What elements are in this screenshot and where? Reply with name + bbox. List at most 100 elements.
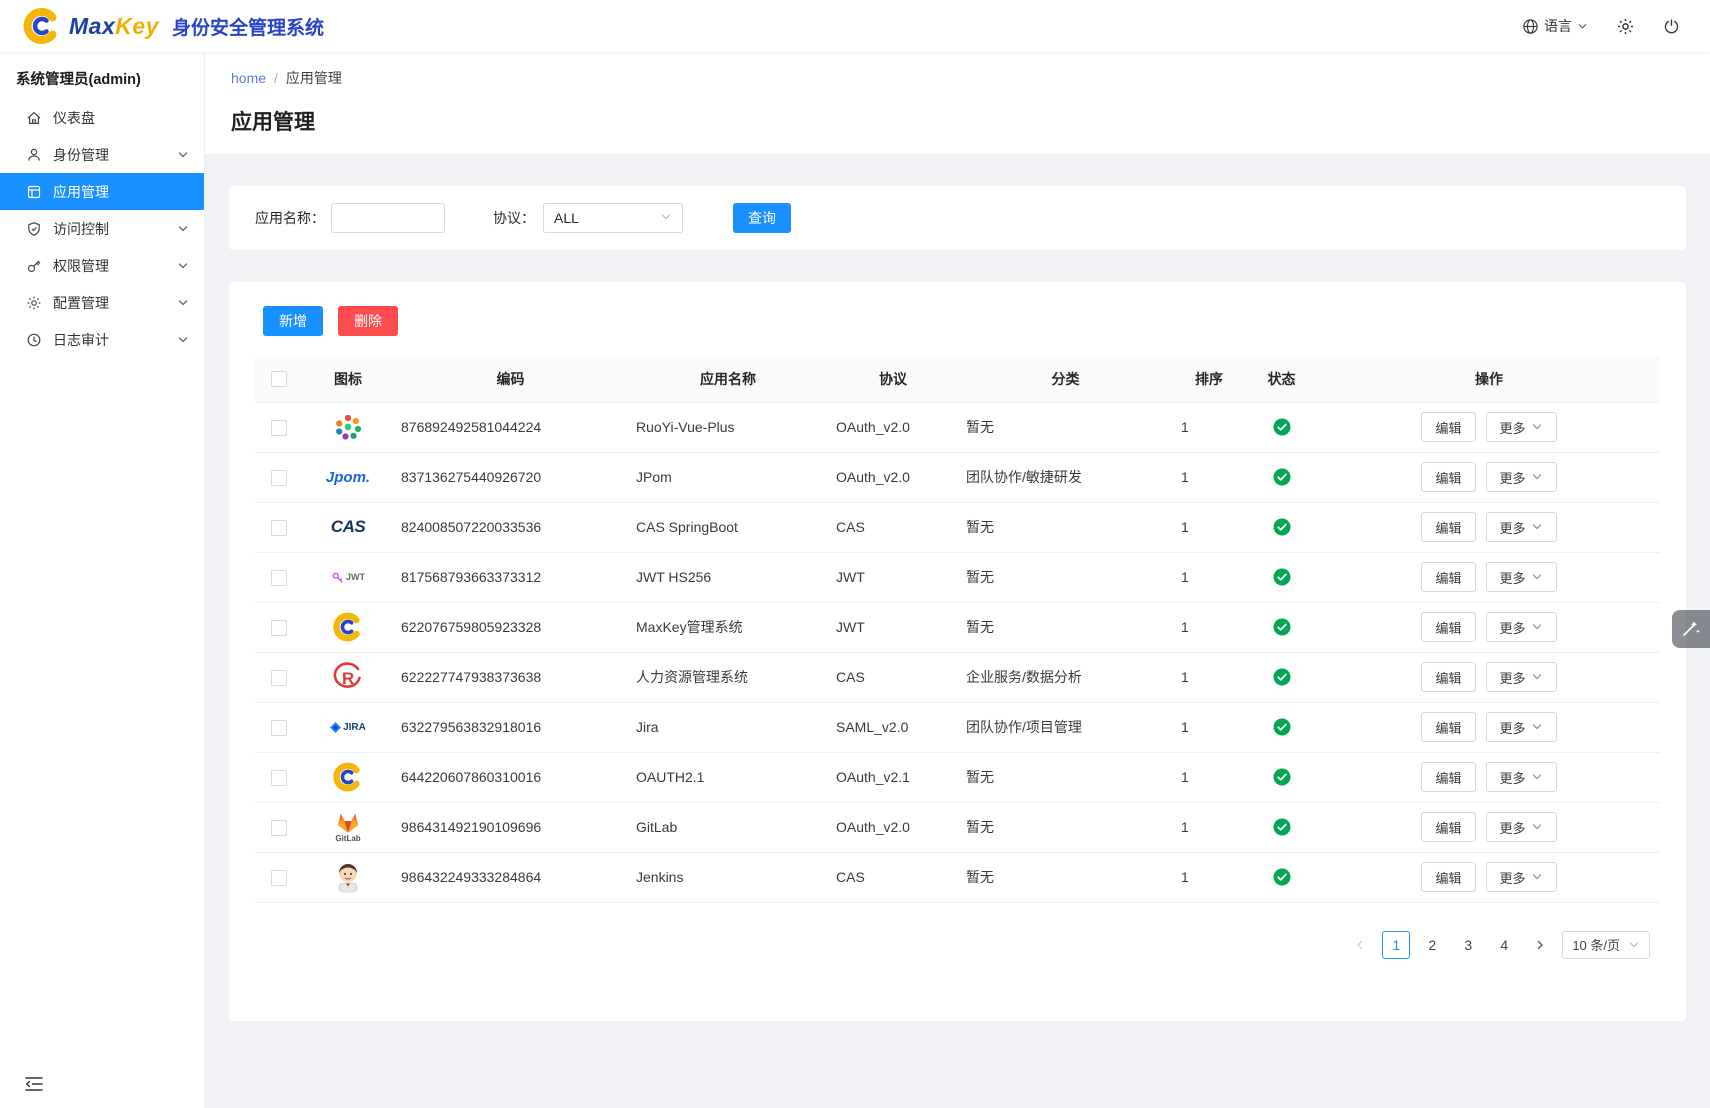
more-button[interactable]: 更多 bbox=[1486, 712, 1557, 742]
edit-button[interactable]: 编辑 bbox=[1421, 562, 1475, 592]
app-protocol: JWT bbox=[828, 552, 958, 602]
svg-text:R: R bbox=[342, 669, 354, 688]
table-row: 986432249333284864JenkinsCAS暂无1编辑更多 bbox=[255, 852, 1660, 902]
edit-button[interactable]: 编辑 bbox=[1421, 862, 1475, 892]
search-button[interactable]: 查询 bbox=[733, 203, 791, 233]
more-button[interactable]: 更多 bbox=[1486, 812, 1557, 842]
edit-button[interactable]: 编辑 bbox=[1421, 412, 1475, 442]
breadcrumb-separator: / bbox=[274, 70, 278, 86]
magic-wand-icon bbox=[1681, 618, 1701, 641]
pagination-next-icon[interactable] bbox=[1526, 931, 1554, 959]
edit-button[interactable]: 编辑 bbox=[1421, 462, 1475, 492]
row-checkbox[interactable] bbox=[271, 820, 287, 836]
edit-button[interactable]: 编辑 bbox=[1421, 762, 1475, 792]
row-checkbox[interactable] bbox=[271, 720, 287, 736]
column-header: 状态 bbox=[1245, 356, 1318, 402]
pagination-page-2[interactable]: 2 bbox=[1418, 931, 1446, 959]
app-code: 632279563832918016 bbox=[393, 702, 628, 752]
edit-button[interactable]: 编辑 bbox=[1421, 712, 1475, 742]
pagination-page-3[interactable]: 3 bbox=[1454, 931, 1482, 959]
row-checkbox[interactable] bbox=[271, 870, 287, 886]
row-checkbox[interactable] bbox=[271, 520, 287, 536]
sidebar-item-dashboard[interactable]: 仪表盘 bbox=[0, 99, 204, 136]
edit-button[interactable]: 编辑 bbox=[1421, 662, 1475, 692]
sidebar-item-permission[interactable]: 权限管理 bbox=[0, 247, 204, 284]
app-name: Jira bbox=[628, 702, 828, 752]
protocol-select[interactable]: ALL bbox=[543, 203, 683, 233]
jenkins-app-icon bbox=[327, 858, 369, 896]
sidebar-item-label: 日志审计 bbox=[53, 330, 177, 350]
edit-button[interactable]: 编辑 bbox=[1421, 612, 1475, 642]
app-protocol: CAS bbox=[828, 852, 958, 902]
ruoyi-app-icon bbox=[327, 408, 369, 446]
logout-icon[interactable] bbox=[1663, 18, 1680, 35]
app-name: JWT HS256 bbox=[628, 552, 828, 602]
row-checkbox[interactable] bbox=[271, 570, 287, 586]
status-enabled-icon bbox=[1273, 618, 1291, 636]
app-code: 876892492581044224 bbox=[393, 402, 628, 452]
sidebar-item-apps[interactable]: 应用管理 bbox=[0, 173, 204, 210]
status-enabled-icon bbox=[1273, 768, 1291, 786]
app-name: Jenkins bbox=[628, 852, 828, 902]
select-all-checkbox[interactable] bbox=[271, 371, 287, 387]
gitlab-app-icon: GitLab bbox=[327, 808, 369, 846]
app-protocol: OAuth_v2.0 bbox=[828, 402, 958, 452]
settings-gear-icon[interactable] bbox=[1616, 17, 1635, 36]
app-name-input[interactable] bbox=[331, 203, 445, 233]
table-row: 876892492581044224RuoYi-Vue-PlusOAuth_v2… bbox=[255, 402, 1660, 452]
status-enabled-icon bbox=[1273, 718, 1291, 736]
app-sort: 1 bbox=[1173, 652, 1245, 702]
table-row: 622076759805923328MaxKey管理系统JWT暂无1编辑更多 bbox=[255, 602, 1660, 652]
breadcrumb-home-link[interactable]: home bbox=[231, 70, 266, 86]
app-category: 团队协作/项目管理 bbox=[958, 702, 1173, 752]
chevron-down-icon bbox=[1531, 771, 1543, 783]
more-button[interactable]: 更多 bbox=[1486, 662, 1557, 692]
edit-button[interactable]: 编辑 bbox=[1421, 812, 1475, 842]
language-selector[interactable]: 语言 bbox=[1522, 16, 1588, 36]
pagination-page-1[interactable]: 1 bbox=[1382, 931, 1410, 959]
more-button[interactable]: 更多 bbox=[1486, 762, 1557, 792]
row-checkbox[interactable] bbox=[271, 770, 287, 786]
protocol-select-value: ALL bbox=[554, 210, 579, 226]
more-button[interactable]: 更多 bbox=[1486, 862, 1557, 892]
more-button[interactable]: 更多 bbox=[1486, 462, 1557, 492]
pagination-page-4[interactable]: 4 bbox=[1490, 931, 1518, 959]
row-checkbox[interactable] bbox=[271, 420, 287, 436]
app-protocol: OAuth_v2.1 bbox=[828, 752, 958, 802]
permission-icon bbox=[26, 258, 42, 274]
row-checkbox[interactable] bbox=[271, 470, 287, 486]
more-button[interactable]: 更多 bbox=[1486, 512, 1557, 542]
row-checkbox[interactable] bbox=[271, 620, 287, 636]
table-row: JIRA632279563832918016JiraSAML_v2.0团队协作/… bbox=[255, 702, 1660, 752]
dashboard-icon bbox=[26, 110, 42, 126]
sidebar-item-config[interactable]: 配置管理 bbox=[0, 284, 204, 321]
app-category: 暂无 bbox=[958, 502, 1173, 552]
table-card: 新增 删除 图标编码应用名称协议分类排序状态操作 876892492581044… bbox=[229, 282, 1686, 1021]
page-size-select[interactable]: 10 条/页 bbox=[1562, 931, 1650, 959]
config-icon bbox=[26, 295, 42, 311]
column-header: 编码 bbox=[393, 356, 628, 402]
add-button[interactable]: 新增 bbox=[263, 306, 323, 336]
row-checkbox[interactable] bbox=[271, 670, 287, 686]
sidebar-item-audit[interactable]: 日志审计 bbox=[0, 321, 204, 358]
more-button[interactable]: 更多 bbox=[1486, 562, 1557, 592]
more-button[interactable]: 更多 bbox=[1486, 612, 1557, 642]
edit-button[interactable]: 编辑 bbox=[1421, 512, 1475, 542]
more-button[interactable]: 更多 bbox=[1486, 412, 1557, 442]
delete-button[interactable]: 删除 bbox=[338, 306, 398, 336]
pagination-prev-icon[interactable] bbox=[1346, 931, 1374, 959]
app-code: 622227747938373638 bbox=[393, 652, 628, 702]
status-enabled-icon bbox=[1273, 418, 1291, 436]
breadcrumb: home/应用管理 bbox=[231, 68, 1684, 88]
table-row: JWT817568793663373312JWT HS256JWT暂无1编辑更多 bbox=[255, 552, 1660, 602]
pagination: 1234 10 条/页 bbox=[255, 931, 1660, 959]
sidebar-item-label: 访问控制 bbox=[53, 219, 177, 239]
app-sort: 1 bbox=[1173, 702, 1245, 752]
floating-assistant-button[interactable] bbox=[1672, 610, 1710, 648]
collapse-sidebar-icon[interactable] bbox=[25, 1076, 43, 1092]
app-category: 暂无 bbox=[958, 852, 1173, 902]
sidebar-item-label: 应用管理 bbox=[53, 182, 189, 202]
protocol-label: 协议： bbox=[493, 208, 535, 228]
sidebar-item-access[interactable]: 访问控制 bbox=[0, 210, 204, 247]
sidebar-item-identity[interactable]: 身份管理 bbox=[0, 136, 204, 173]
